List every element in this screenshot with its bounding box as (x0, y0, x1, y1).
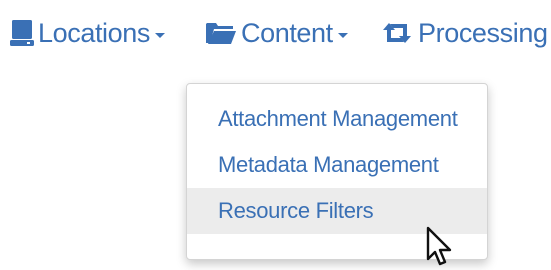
retweet-icon (380, 21, 414, 45)
top-navbar: Locations Content Processing (0, 0, 551, 70)
menu-item-metadata-management[interactable]: Metadata Management (187, 142, 487, 188)
nav-processing[interactable]: Processing (380, 10, 551, 56)
menu-item-attachment-management[interactable]: Attachment Management (187, 96, 487, 142)
caret-down-icon (337, 32, 348, 38)
caret-down-icon (154, 32, 165, 38)
nav-processing-label: Processing (418, 17, 548, 48)
nav-locations[interactable]: Locations (10, 10, 165, 56)
page: Locations Content Processing Attachment … (0, 0, 551, 270)
nav-content[interactable]: Content (205, 10, 348, 56)
nav-content-label: Content (241, 17, 333, 48)
folder-open-icon (205, 20, 237, 46)
mouse-pointer-icon (426, 226, 452, 266)
hard-drive-icon (10, 19, 34, 47)
nav-locations-label: Locations (38, 17, 150, 48)
